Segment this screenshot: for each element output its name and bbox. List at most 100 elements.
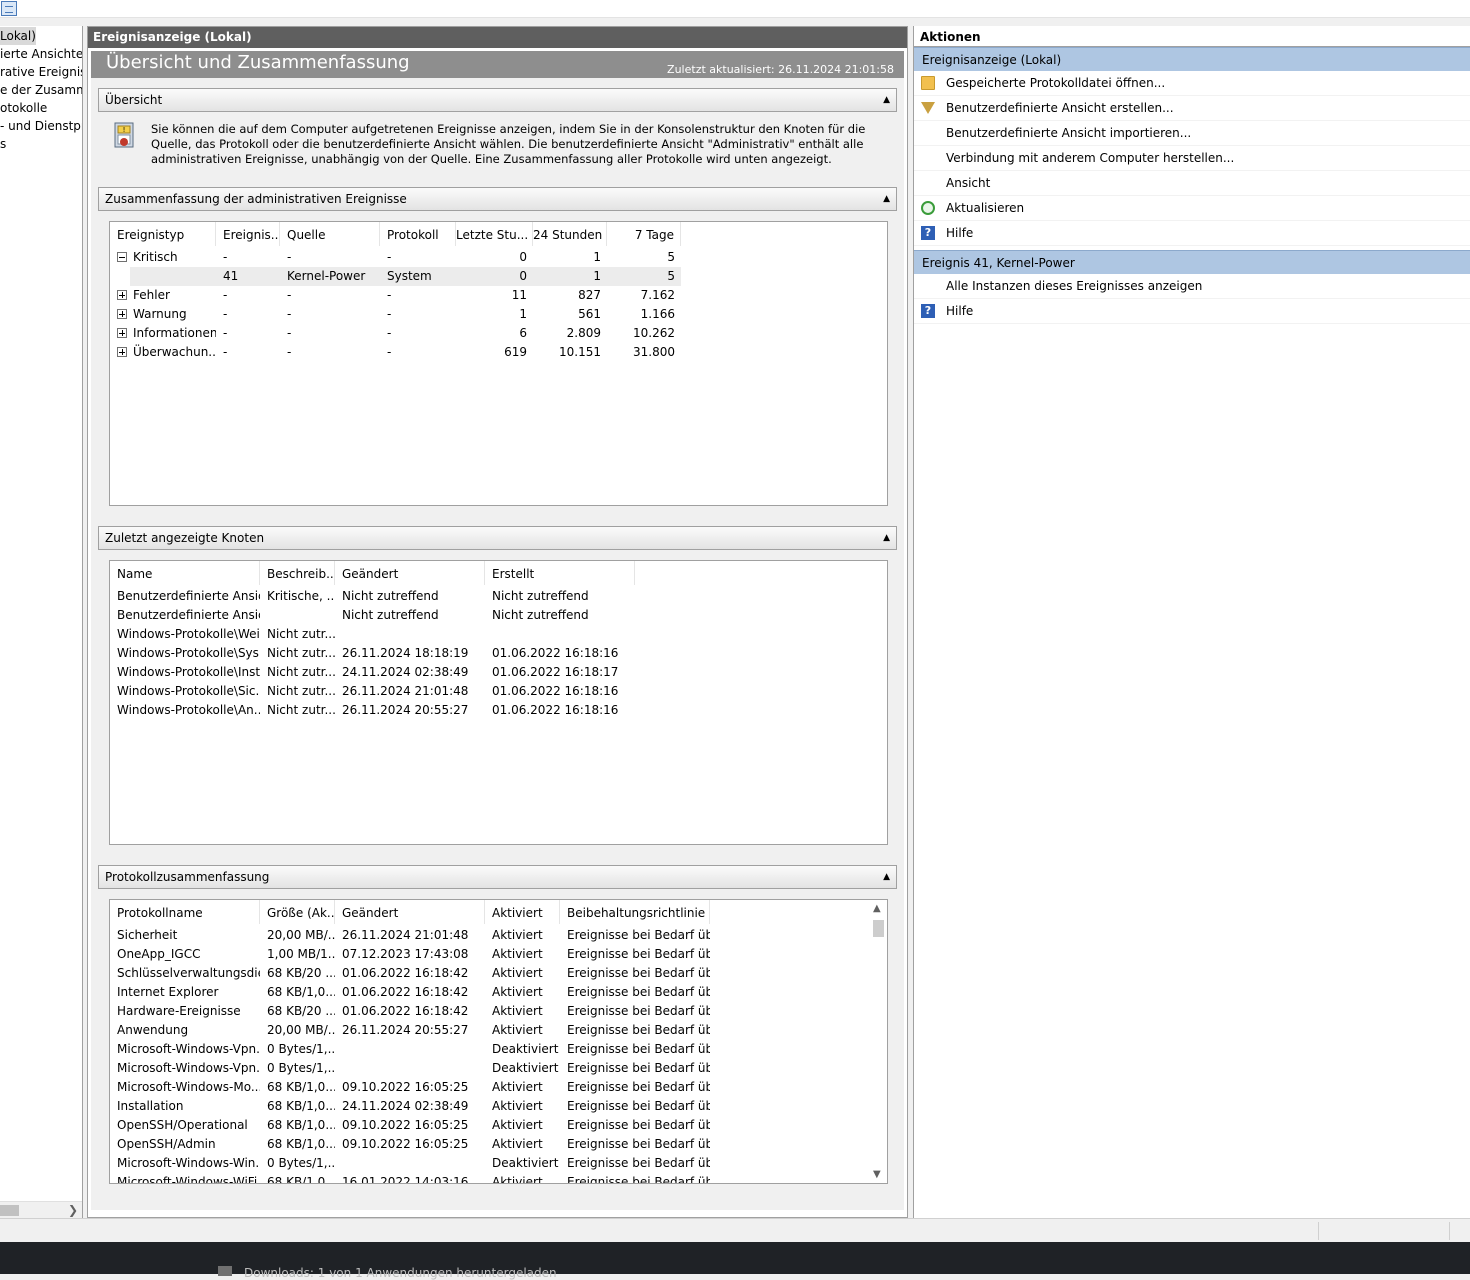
action-item[interactable]: ? Hilfe (914, 221, 1470, 246)
action-item[interactable]: Aktualisieren (914, 196, 1470, 221)
node-link[interactable]: Benutzerdefinierte Ansic... (110, 606, 260, 625)
table-cell: Ereignisse bei Bedarf üb... (567, 947, 710, 961)
log-name[interactable]: Microsoft-Windows-Vpn... (110, 1059, 260, 1078)
column-header[interactable]: Name (110, 561, 260, 585)
tree-horizontal-scrollbar[interactable]: ❯ (0, 1201, 82, 1218)
node-link[interactable]: Windows-Protokolle\Sic... (110, 682, 260, 701)
column-header[interactable]: Aktiviert (485, 900, 560, 924)
tree-node-summary[interactable]: e der Zusammen (0, 81, 82, 99)
column-header[interactable]: 24 Stunden (533, 222, 607, 246)
table-cell: Nicht zutreffend (492, 608, 589, 622)
action-item[interactable]: ? Hilfe (914, 299, 1470, 324)
action-item[interactable]: Alle Instanzen dieses Ereignisses anzeig… (914, 274, 1470, 299)
cell-text: 5 (667, 250, 675, 264)
log-name[interactable]: OpenSSH/Operational (110, 1116, 260, 1135)
cell-text: 0 (519, 269, 527, 283)
collapse-arrow-icon[interactable]: ▲ (883, 866, 890, 888)
log-name[interactable]: Microsoft-Windows-Win... (110, 1154, 260, 1173)
log-name[interactable]: Schlüsselverwaltungsdie... (110, 964, 260, 983)
column-header[interactable]: Beschreib... (260, 561, 335, 585)
log-name[interactable]: Microsoft-Windows-WiFi... (110, 1173, 260, 1183)
tree-node-local[interactable]: Lokal) (0, 27, 36, 45)
expand-icon[interactable] (117, 328, 127, 338)
scrollbar-thumb[interactable] (0, 1205, 19, 1216)
log-name[interactable]: Microsoft-Windows-Vpn... (110, 1040, 260, 1059)
tree-node-subscriptions[interactable]: s (0, 135, 6, 153)
actions-group-event-viewer[interactable]: Ereignisanzeige (Lokal) (914, 47, 1470, 71)
scroll-up-icon[interactable]: ▲ (873, 903, 881, 914)
action-item[interactable]: Gespeicherte Protokolldatei öffnen... (914, 71, 1470, 96)
log-summary-table[interactable]: Beibehaltungsrichtlinie Aktiviert Geändert… (109, 899, 888, 1184)
expand-icon[interactable] (117, 347, 127, 357)
action-item[interactable]: Benutzerdefinierte Ansicht erstellen... (914, 96, 1470, 121)
table-cell: Nicht zutr... (267, 684, 335, 698)
collapse-icon[interactable] (117, 252, 127, 262)
table-cell: Kritische, ... (267, 589, 335, 603)
expand-icon[interactable] (117, 290, 127, 300)
tree-node-windows-logs[interactable]: otokolle (0, 99, 47, 117)
column-header[interactable]: Erstellt (485, 561, 635, 585)
column-header[interactable]: Letzte Stu... (456, 222, 533, 246)
log-name[interactable]: Microsoft-Windows-Mo... (110, 1078, 260, 1097)
collapse-arrow-icon[interactable]: ▲ (883, 188, 890, 210)
cell-text: - (387, 307, 392, 321)
log-name[interactable]: Internet Explorer (110, 983, 260, 1002)
recent-nodes-table[interactable]: Name Beschreib... Geändert Erstellt Benutzer… (109, 560, 888, 845)
column-header[interactable]: Ereignis... (216, 222, 280, 246)
log-name[interactable]: Sicherheit (110, 926, 260, 945)
column-header[interactable]: Quelle (280, 222, 380, 246)
console-tree[interactable]: Lokal) ierte Ansichten rative Ereignisse… (0, 26, 83, 1218)
cell-text: - (387, 345, 392, 359)
table-cell: Kernel-Power (280, 267, 380, 286)
table-cell (335, 1040, 485, 1059)
scroll-down-icon[interactable]: ▼ (873, 1169, 881, 1180)
table-cell (110, 267, 216, 286)
scroll-right-icon[interactable]: ❯ (68, 1203, 78, 1217)
column-header[interactable]: Protokollname (110, 900, 260, 924)
table-cell: - (280, 286, 380, 305)
column-header[interactable]: Geändert (335, 561, 485, 585)
column-header[interactable]: 7 Tage (607, 222, 681, 246)
log-name[interactable]: Anwendung (110, 1021, 260, 1040)
column-header[interactable]: Protokoll (380, 222, 456, 246)
table-cell: Ereignisse bei Bedarf üb... (567, 985, 710, 999)
node-link[interactable]: Windows-Protokolle\Sys... (110, 644, 260, 663)
node-link[interactable]: Windows-Protokolle\An... (110, 701, 260, 720)
table-cell: Nicht zutr... (267, 646, 335, 660)
table-cell: Ereignisse bei Bedarf üb... (567, 1023, 710, 1037)
tree-node-custom-views[interactable]: ierte Ansichten (0, 45, 82, 63)
log-summary-section-header[interactable]: Protokollzusammenfassung ▲ (98, 865, 897, 889)
column-header[interactable]: Ereignistyp (110, 222, 216, 246)
cell-text: Informationen (133, 326, 216, 340)
node-link[interactable]: Benutzerdefinierte Ansic... (110, 587, 260, 606)
action-item[interactable]: Ansicht (914, 171, 1470, 196)
status-separator (1318, 1222, 1319, 1240)
log-name[interactable]: OpenSSH/Admin (110, 1135, 260, 1154)
summary-section-header[interactable]: Zusammenfassung der administrativen Erei… (98, 187, 897, 211)
collapse-arrow-icon[interactable]: ▲ (883, 527, 890, 549)
log-name[interactable]: Hardware-Ereignisse (110, 1002, 260, 1021)
cell-text: - (387, 288, 392, 302)
recent-section-header[interactable]: Zuletzt angezeigte Knoten ▲ (98, 526, 897, 550)
collapse-arrow-icon[interactable]: ▲ (883, 89, 890, 111)
node-link[interactable]: Windows-Protokolle\Inst... (110, 663, 260, 682)
overview-section-header[interactable]: Übersicht ▲ (98, 88, 897, 112)
log-name[interactable]: OneApp_IGCC (110, 945, 260, 964)
expand-icon[interactable] (117, 309, 127, 319)
column-header[interactable]: Geändert (335, 900, 485, 924)
tree-node-admin-events[interactable]: rative Ereignisse (0, 63, 82, 81)
actions-group-event-41[interactable]: Ereignis 41, Kernel-Power (914, 250, 1470, 274)
log-table-vertical-scrollbar[interactable]: ▲ ▼ (870, 900, 887, 1183)
summary-table[interactable]: Ereignistyp Ereignis... Quelle Protokoll Let… (109, 221, 888, 506)
action-item[interactable]: Benutzerdefinierte Ansicht importieren..… (914, 121, 1470, 146)
console-view-icon[interactable] (1, 1, 17, 16)
scrollbar-thumb[interactable] (873, 920, 884, 937)
tree-node-app-service-logs[interactable]: - und Dienstpro (0, 117, 82, 135)
action-item[interactable]: Verbindung mit anderem Computer herstell… (914, 146, 1470, 171)
status-separator (1449, 1222, 1450, 1240)
log-name[interactable]: Installation (110, 1097, 260, 1116)
column-header[interactable]: Beibehaltungsrichtlinie (560, 900, 710, 924)
node-link[interactable]: Windows-Protokolle\Wei... (110, 625, 260, 644)
column-header[interactable]: Größe (Ak... (260, 900, 335, 924)
table-cell: 10.262 (607, 324, 681, 343)
